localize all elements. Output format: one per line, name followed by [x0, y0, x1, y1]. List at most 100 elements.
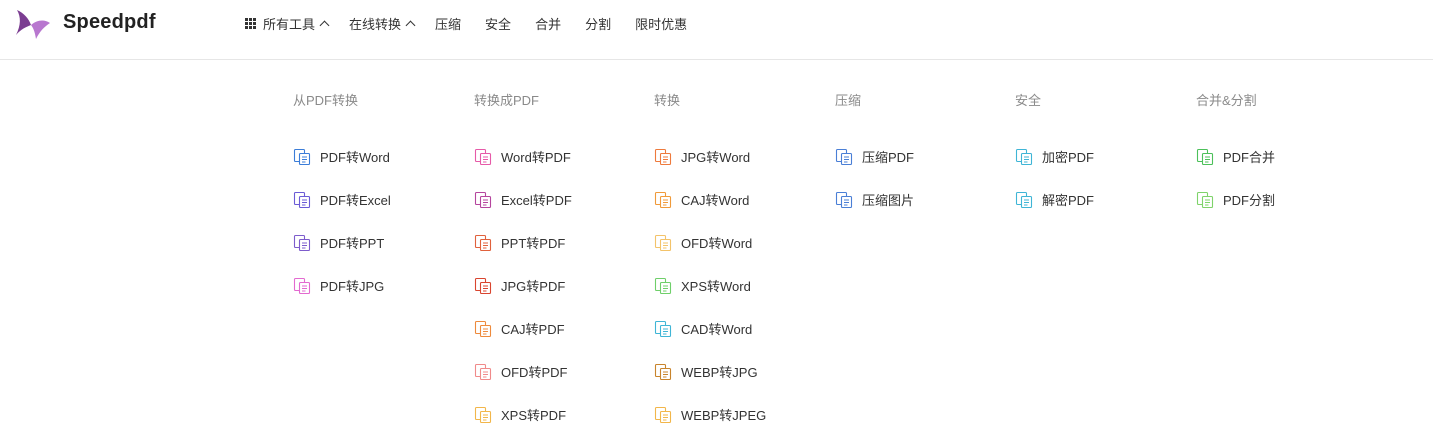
chevron-up-icon [319, 20, 330, 30]
menu-item[interactable]: PDF转PPT [293, 221, 463, 264]
menu-item-label: 压缩图片 [862, 193, 915, 208]
brand-name[interactable]: Speedpdf [63, 11, 156, 34]
menu-column-merge-split: 合并&分割 PDF合并 PDF分割 [1196, 92, 1366, 221]
nav-label: 压缩 [435, 16, 462, 32]
menu-column-compress: 压缩压缩PDF 压缩图片 [835, 92, 1005, 221]
menu-item-label: WEBP转JPG [681, 365, 758, 380]
menu-item[interactable]: PDF转Excel [293, 178, 463, 221]
word-to-pdf-icon [474, 148, 492, 165]
menu-item[interactable]: PDF转Word [293, 135, 463, 178]
compress-pdf-icon [835, 148, 853, 165]
jpg-to-word-icon [654, 148, 672, 165]
menu-item-list: 加密PDF 解密PDF [1015, 135, 1185, 221]
nav-promotion[interactable]: 限时优惠 [635, 14, 687, 33]
menu-column-convert: 转换 JPG转Word CAJ转Word OFD转Word XPS转Word CAD转Wo… [654, 92, 824, 436]
decrypt-pdf-icon [1015, 191, 1033, 208]
grid-icon [245, 17, 256, 29]
speedpdf-logo-icon[interactable] [14, 5, 52, 43]
menu-item-label: Word转PDF [501, 150, 571, 165]
chevron-up-icon [405, 20, 416, 30]
menu-item-label: XPS转Word [681, 279, 751, 294]
ppt-to-pdf-icon [474, 234, 492, 251]
xps-to-pdf-icon [474, 406, 492, 423]
nav-label: 分割 [585, 16, 612, 32]
nav-online-convert[interactable]: 在线转换 [349, 14, 416, 33]
menu-item[interactable]: XPS转Word [654, 264, 824, 307]
nav-label: 安全 [485, 16, 512, 32]
menu-item[interactable]: OFD转Word [654, 221, 824, 264]
menu-item-list: Word转PDF Excel转PDF PPT转PDF JPG转PDF CAJ转PDF OF… [474, 135, 644, 436]
menu-item-label: PDF分割 [1223, 193, 1276, 208]
menu-item-label: PDF转Excel [320, 193, 391, 208]
menu-item-label: XPS转PDF [501, 408, 567, 423]
ofd-to-word-icon [654, 234, 672, 251]
menu-item[interactable]: PPT转PDF [474, 221, 644, 264]
menu-item[interactable]: PDF合并 [1196, 135, 1366, 178]
jpg-to-pdf-icon [474, 277, 492, 294]
menu-item-label: Excel转PDF [501, 193, 572, 208]
menu-item-list: PDF合并 PDF分割 [1196, 135, 1366, 221]
menu-item[interactable]: 压缩图片 [835, 178, 1005, 221]
encrypt-pdf-icon [1015, 148, 1033, 165]
menu-item[interactable]: XPS转PDF [474, 393, 644, 436]
menu-item[interactable]: WEBP转JPG [654, 350, 824, 393]
menu-item[interactable]: JPG转PDF [474, 264, 644, 307]
menu-item[interactable]: 压缩PDF [835, 135, 1005, 178]
menu-column-title: 压缩 [835, 93, 862, 108]
menu-item[interactable]: WEBP转JPEG [654, 393, 824, 436]
nav-security[interactable]: 安全 [485, 14, 511, 33]
merge-pdf-icon [1196, 148, 1214, 165]
menu-item-label: 解密PDF [1042, 193, 1095, 208]
menu-item[interactable]: PDF转JPG [293, 264, 463, 307]
menu-item-label: JPG转PDF [501, 279, 566, 294]
menu-column-title: 转换 [654, 93, 681, 108]
menu-item-label: WEBP转JPEG [681, 408, 767, 423]
menu-item[interactable]: 解密PDF [1015, 178, 1185, 221]
compress-image-icon [835, 191, 853, 208]
menu-item[interactable]: JPG转Word [654, 135, 824, 178]
menu-item[interactable]: PDF分割 [1196, 178, 1366, 221]
top-header: Speedpdf 所有工具 在线转换 压缩 安全 合并 分割 限时优惠 [0, 0, 1433, 60]
nav-split[interactable]: 分割 [585, 14, 611, 33]
nav-label: 在线转换 [349, 16, 402, 32]
menu-item-label: OFD转Word [681, 236, 753, 251]
menu-item[interactable]: CAJ转Word [654, 178, 824, 221]
menu-item[interactable]: 加密PDF [1015, 135, 1185, 178]
menu-item-label: CAJ转PDF [501, 322, 565, 337]
caj-to-word-icon [654, 191, 672, 208]
menu-item-list: JPG转Word CAJ转Word OFD转Word XPS转Word CAD转Word… [654, 135, 824, 436]
menu-item-label: PDF合并 [1223, 150, 1276, 165]
menu-column-to-pdf: 转换成PDF Word转PDF Excel转PDF PPT转PDF JPG转PDF CAJ… [474, 92, 644, 436]
menu-item-list: 压缩PDF 压缩图片 [835, 135, 1005, 221]
menu-item[interactable]: OFD转PDF [474, 350, 644, 393]
nav-label: 限时优惠 [635, 16, 688, 32]
xps-to-word-icon [654, 277, 672, 294]
menu-item-label: PDF转PPT [320, 236, 385, 251]
menu-item-label: CAJ转Word [681, 193, 750, 208]
menu-item[interactable]: CAD转Word [654, 307, 824, 350]
excel-to-pdf-icon [474, 191, 492, 208]
nav-all-tools[interactable]: 所有工具 [245, 14, 330, 33]
menu-item[interactable]: Word转PDF [474, 135, 644, 178]
nav-compress[interactable]: 压缩 [435, 14, 461, 33]
caj-to-pdf-icon [474, 320, 492, 337]
menu-item-list: PDF转Word PDF转Excel PDF转PPT PDF转JPG [293, 135, 463, 307]
menu-item-label: OFD转PDF [501, 365, 568, 380]
menu-item[interactable]: Excel转PDF [474, 178, 644, 221]
nav-merge[interactable]: 合并 [535, 14, 561, 33]
menu-column-title: 从PDF转换 [293, 93, 359, 108]
pdf-to-word-icon [293, 148, 311, 165]
menu-column-title: 合并&分割 [1196, 93, 1257, 108]
pdf-to-jpg-icon [293, 277, 311, 294]
nav-label: 合并 [535, 16, 562, 32]
menu-item-label: PDF转JPG [320, 279, 385, 294]
menu-column-security: 安全 加密PDF 解密PDF [1015, 92, 1185, 221]
ofd-to-pdf-icon [474, 363, 492, 380]
pdf-to-ppt-icon [293, 234, 311, 251]
menu-item-label: 加密PDF [1042, 150, 1095, 165]
cad-to-word-icon [654, 320, 672, 337]
menu-column-from-pdf: 从PDF转换 PDF转Word PDF转Excel PDF转PPT PDF转JPG [293, 92, 463, 307]
menu-item[interactable]: CAJ转PDF [474, 307, 644, 350]
pdf-to-excel-icon [293, 191, 311, 208]
webp-to-jpg-icon [654, 363, 672, 380]
